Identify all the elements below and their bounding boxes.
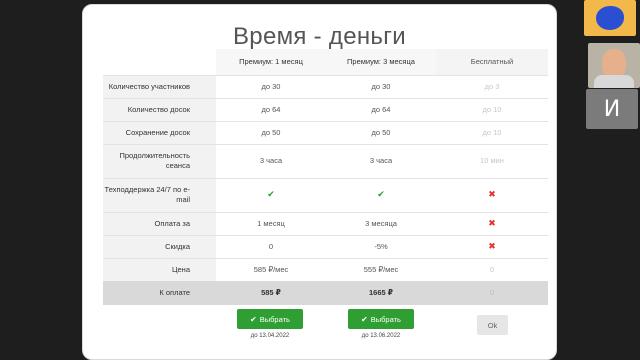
row-label: К оплате [103,281,216,305]
table-row: Оплата за 1 месяц 3 месяца ✖ [103,211,548,235]
row-label: Оплата за [103,211,216,235]
table-row: Скидка 0 -5% ✖ [103,234,548,258]
total-premium-3: 1665 ₽ [326,281,436,305]
cell-premium-3: 555 ₽/мес [326,257,436,281]
select-button-label: Выбрать [259,314,290,324]
avatar [596,6,624,30]
valid-until-date: до 13.04.2022 [250,333,290,339]
total-free: 0 [436,281,548,305]
cell-free: 10 мин [436,143,548,178]
cell-premium-3: до 30 [326,74,436,98]
header-premium-1-month: Премиум: 1 месяц [216,49,326,75]
cell-premium-1: 3 часа [216,143,326,178]
total-premium-1: 585 ₽ [216,281,326,305]
cell-premium-1: до 30 [216,74,326,98]
valid-until-date: до 13.06.2022 [361,333,401,339]
cell-free: ✖ [436,234,548,258]
row-label: Количество участников [103,74,216,98]
avatar-body [594,75,634,88]
cell-free: до 10 [436,97,548,121]
cell-premium-3: до 64 [326,97,436,121]
table-row: Техподдержка 24/7 по e-mail ✔ ✔ ✖ [103,177,548,212]
select-button-label: Выбрать [370,314,401,324]
table-header-row: Премиум: 1 месяц Премиум: 3 месяца Беспл… [103,49,548,75]
check-icon: ✔ [250,314,257,324]
cross-icon: ✖ [488,240,496,251]
cell-premium-1: до 64 [216,97,326,121]
participant-initial-tile[interactable]: И [586,89,638,129]
row-label: Количество досок [103,97,216,121]
total-row: К оплате 585 ₽ 1665 ₽ 0 [103,281,548,305]
row-label: Сохранение досок [103,120,216,144]
cross-icon: ✖ [488,217,496,228]
cell-premium-3: 3 часа [326,143,436,178]
cell-premium-3: 3 месяца [326,211,436,235]
cell-premium-1: 0 [216,234,326,258]
cell-premium-1: ✔ [216,177,326,212]
pricing-table: Премиум: 1 месяц Премиум: 3 месяца Беспл… [103,49,548,305]
check-icon: ✔ [377,189,385,200]
participant-initial: И [603,96,621,122]
cell-premium-1: 585 ₽/мес [216,257,326,281]
select-premium-3-button[interactable]: ✔ Выбрать [348,309,414,329]
slide-title: Время - деньги [233,23,406,50]
header-free: Бесплатный [436,49,548,75]
table-row: Сохранение досок до 50 до 50 до 10 [103,120,548,144]
participant-video-tile[interactable] [584,0,636,36]
check-icon: ✔ [267,189,275,200]
row-label: Продолжительность сеанса [103,143,216,178]
table-row: Цена 585 ₽/мес 555 ₽/мес 0 [103,257,548,281]
participant-video-tile[interactable] [588,43,640,88]
cell-free: ✖ [436,177,548,212]
cell-free: ✖ [436,211,548,235]
check-icon: ✔ [361,314,368,324]
cell-premium-3: до 50 [326,120,436,144]
table-row: Количество досок до 64 до 64 до 10 [103,97,548,121]
cell-premium-1: 1 месяц [216,211,326,235]
table-row: Количество участников до 30 до 30 до 3 [103,74,548,98]
cell-premium-1: до 50 [216,120,326,144]
cross-icon: ✖ [488,189,496,200]
table-row: Продолжительность сеанса 3 часа 3 часа 1… [103,143,548,178]
cell-premium-3: -5% [326,234,436,258]
ok-button[interactable]: Ok [477,315,508,335]
cell-free: 0 [436,257,548,281]
select-premium-1-button[interactable]: ✔ Выбрать [237,309,303,329]
row-label: Техподдержка 24/7 по e-mail [103,177,216,212]
header-corner [103,49,216,75]
presentation-slide: Время - деньги Премиум: 1 месяц Премиум:… [82,4,557,360]
row-label: Цена [103,257,216,281]
cell-free: до 3 [436,74,548,98]
cell-premium-3: ✔ [326,177,436,212]
header-premium-3-months: Премиум: 3 месяца [326,49,436,75]
row-label: Скидка [103,234,216,258]
cell-free: до 10 [436,120,548,144]
